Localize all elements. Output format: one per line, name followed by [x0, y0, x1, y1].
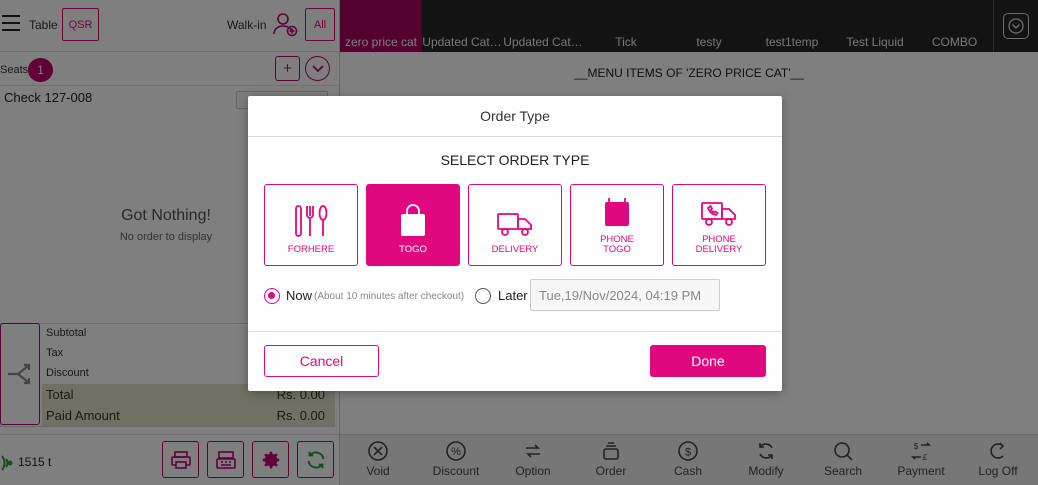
now-radio[interactable]: [264, 288, 280, 304]
order-type-label: DELIVERY: [695, 244, 743, 255]
order-type-label: DELIVERY: [491, 244, 539, 255]
order-type-forhere[interactable]: FORHERE: [264, 184, 358, 266]
order-type-delivery[interactable]: DELIVERY: [468, 184, 562, 266]
later-label: Later: [498, 288, 528, 303]
order-type-togo[interactable]: TOGO: [366, 184, 460, 266]
order-type-phone-togo[interactable]: Phone TOGO: [570, 184, 664, 266]
order-type-label: TOGO: [603, 244, 631, 255]
order-type-phone-delivery[interactable]: Phone DELIVERY: [672, 184, 766, 266]
order-type-label: TOGO: [399, 244, 427, 255]
later-datetime-input[interactable]: [530, 279, 720, 311]
dialog-title: Order Type: [248, 96, 782, 137]
dialog-subtitle: SELECT ORDER TYPE: [440, 152, 590, 168]
utensils-icon: [292, 204, 330, 241]
bag-icon: [398, 204, 428, 241]
cancel-button[interactable]: Cancel: [264, 345, 379, 377]
order-type-dialog: Order Type SELECT ORDER TYPE FORHERE TOGO…: [248, 96, 782, 391]
now-hint: (About 10 minutes after checkout): [314, 291, 465, 302]
order-type-label: FORHERE: [287, 244, 335, 255]
later-radio[interactable]: [475, 288, 491, 304]
truck-icon: [496, 210, 534, 241]
done-button[interactable]: Done: [650, 345, 766, 377]
phone-truck-icon: [700, 200, 738, 231]
now-label: Now: [286, 288, 313, 303]
phone-bag-icon: [602, 194, 632, 231]
dialog-divider: [248, 331, 782, 332]
